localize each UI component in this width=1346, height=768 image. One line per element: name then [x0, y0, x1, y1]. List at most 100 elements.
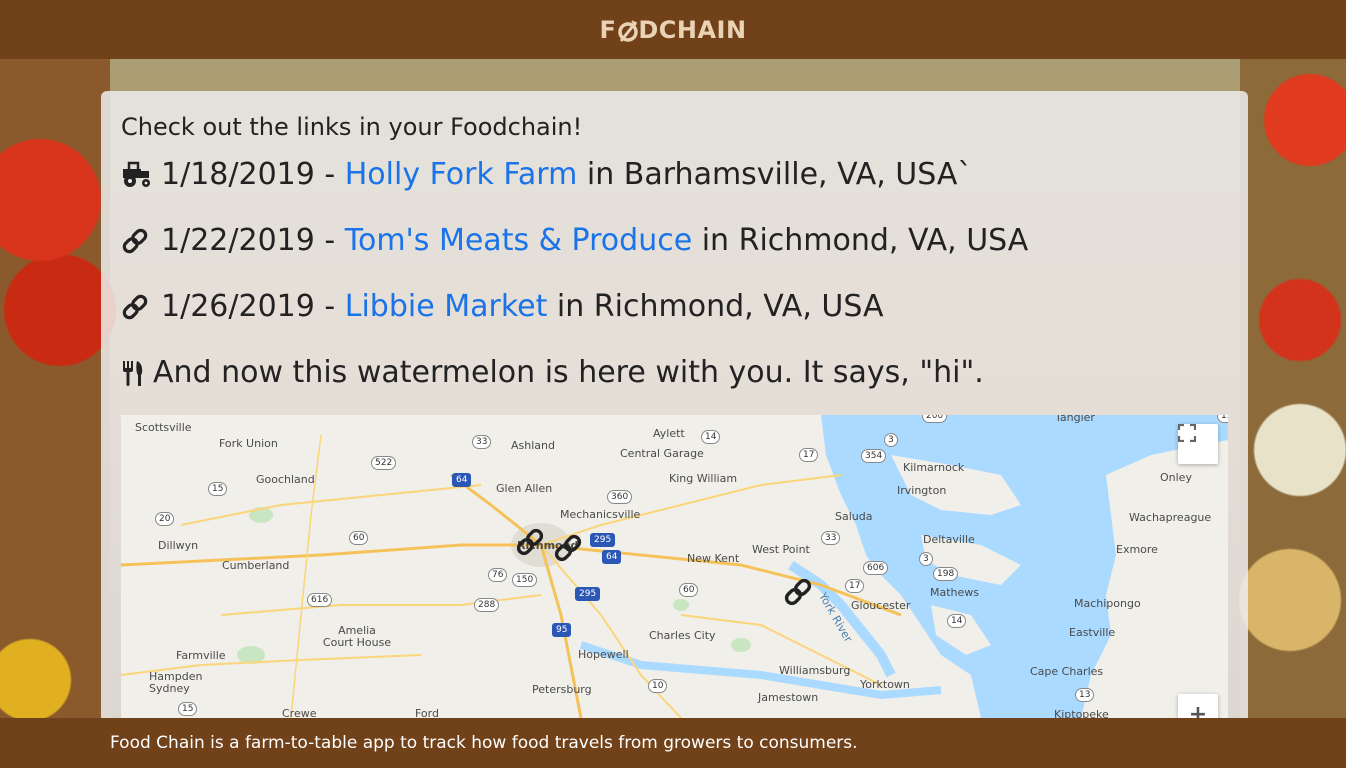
route-shield: 150 — [512, 573, 538, 587]
map-label-town: Crewe — [282, 707, 317, 718]
map-label-town: Eastville — [1069, 626, 1116, 639]
map-label-town: Farmville — [176, 649, 226, 662]
foodchain-logo[interactable]: F DCHAIN — [599, 16, 746, 44]
map-label-town: Charles City — [649, 629, 716, 642]
map-label-town: Yorktown — [860, 678, 910, 691]
map-marker-link-icon[interactable] — [783, 577, 813, 607]
map-marker-link-icon[interactable] — [515, 527, 545, 557]
route-shield: 60 — [679, 583, 699, 597]
stop-location: Richmond, VA, USA — [593, 289, 884, 324]
route-shield: 360 — [607, 490, 633, 504]
map-label-town: Petersburg — [532, 683, 592, 696]
stop-date: 1/26/2019 — [161, 289, 315, 324]
map-label-town: King William — [669, 472, 738, 485]
map-label-town: Jamestown — [758, 691, 819, 704]
route-shield: 20 — [155, 512, 175, 526]
interstate-shield: 64 — [452, 473, 472, 487]
route-map[interactable]: Scottsville Fork Union Goochland Dillwyn… — [121, 415, 1228, 718]
map-label-town: Onley — [1160, 471, 1192, 484]
stop-link-holly-fork-farm[interactable]: Holly Fork Farm — [345, 157, 578, 192]
map-label-town: Goochland — [256, 473, 315, 486]
map-label-town: Dillwyn — [158, 539, 199, 552]
logo-text-end: DCHAIN — [638, 15, 747, 44]
link-icon — [121, 292, 155, 322]
route-shield: 200 — [922, 415, 948, 423]
tractor-icon — [121, 160, 155, 190]
map-label-town: West Point — [752, 543, 810, 556]
route-shield: 616 — [307, 593, 333, 607]
map-label-town: New Kent — [687, 552, 740, 565]
route-shield: 198 — [933, 567, 959, 581]
map-label-town: Kilmarnock — [903, 461, 965, 474]
route-shield: 17 — [845, 579, 865, 593]
map-label-town: Hopewell — [578, 648, 629, 661]
interstate-shield: 64 — [602, 550, 622, 564]
chain-final-message: And now this watermelon is here with you… — [121, 355, 984, 390]
final-message-text: And now this watermelon is here with you… — [153, 355, 984, 390]
map-label-town: Saluda — [835, 510, 873, 523]
route-shield: 33 — [472, 435, 492, 449]
intro-text: Check out the links in your Foodchain! — [121, 113, 583, 141]
chain-stop-3: 1/26/2019 - Libbie Market in Richmond, V… — [121, 289, 883, 324]
route-shield: 76 — [488, 568, 508, 582]
map-label-town: Deltaville — [923, 533, 975, 546]
map-label-town: Cumberland — [222, 559, 290, 572]
logo-text-start: F — [599, 15, 617, 44]
app-header: F DCHAIN — [0, 0, 1346, 59]
route-shield: 14 — [701, 430, 721, 444]
stop-link-toms-meats-produce[interactable]: Tom's Meats & Produce — [345, 223, 692, 258]
map-marker-link-icon[interactable] — [553, 533, 583, 563]
route-shield: 15 — [178, 702, 198, 716]
map-label-town: Kiptopeke — [1054, 708, 1109, 718]
stop-location: Barhamsville, VA, USA` — [623, 157, 973, 192]
chain-stop-1: 1/18/2019 - Holly Fork Farm in Barhamsvi… — [121, 157, 972, 192]
interstate-shield: 295 — [590, 533, 616, 547]
map-label-town: Tangier — [1055, 415, 1095, 424]
map-label-town: Williamsburg — [779, 664, 851, 677]
route-shield: 606 — [863, 561, 889, 575]
map-label-town: Ashland — [511, 439, 555, 452]
route-shield: 14 — [947, 614, 967, 628]
interstate-shield: 295 — [575, 587, 601, 601]
map-label-town: Machipongo — [1074, 597, 1141, 610]
plus-icon: + — [1188, 701, 1208, 719]
map-label-town: Central Garage — [620, 447, 704, 460]
map-label-town: Ford — [415, 707, 439, 718]
route-shield: 354 — [861, 449, 887, 463]
utensils-icon — [121, 358, 147, 388]
map-zoom-in-button[interactable]: + — [1178, 694, 1218, 718]
map-label-town: Exmore — [1116, 543, 1158, 556]
map-label-town: Mechanicsville — [560, 508, 641, 521]
route-shield: 3 — [919, 552, 933, 566]
stop-date: 1/22/2019 — [161, 223, 315, 258]
map-label-town: Glen Allen — [496, 482, 553, 495]
route-shield: 522 — [371, 456, 397, 470]
stop-separator: - — [324, 157, 336, 192]
route-shield: 17 — [799, 448, 819, 462]
footer-text: Food Chain is a farm-to-table app to tra… — [110, 733, 858, 753]
map-label-town: Gloucester — [851, 599, 911, 612]
route-shield: 10 — [648, 679, 668, 693]
stop-link-libbie-market[interactable]: Libbie Market — [345, 289, 548, 324]
app-footer: Food Chain is a farm-to-table app to tra… — [0, 718, 1346, 768]
map-fullscreen-button[interactable] — [1178, 424, 1218, 464]
stop-location: Richmond, VA, USA — [738, 223, 1029, 258]
route-shield: 33 — [821, 531, 841, 545]
map-label-town: Cape Charles — [1030, 665, 1104, 678]
fork-o-icon — [617, 19, 639, 42]
stop-separator: - — [324, 223, 336, 258]
route-shield: 15 — [208, 482, 228, 496]
stop-date: 1/18/2019 — [161, 157, 315, 192]
stop-location-prefix: in — [701, 223, 730, 258]
chain-stop-2: 1/22/2019 - Tom's Meats & Produce in Ric… — [121, 223, 1028, 258]
route-shield: 288 — [474, 598, 500, 612]
map-label-town: Amelia Court House — [322, 624, 392, 649]
map-label-town: Fork Union — [219, 437, 278, 450]
route-shield: 60 — [349, 531, 369, 545]
fullscreen-icon — [1178, 424, 1196, 442]
map-label-town: Hampden Sydney — [149, 670, 203, 695]
route-shield: 13 — [1075, 688, 1095, 702]
foodchain-card: Check out the links in your Foodchain! 1… — [101, 91, 1248, 718]
stop-location-prefix: in — [556, 289, 585, 324]
interstate-shield: 95 — [552, 623, 572, 637]
